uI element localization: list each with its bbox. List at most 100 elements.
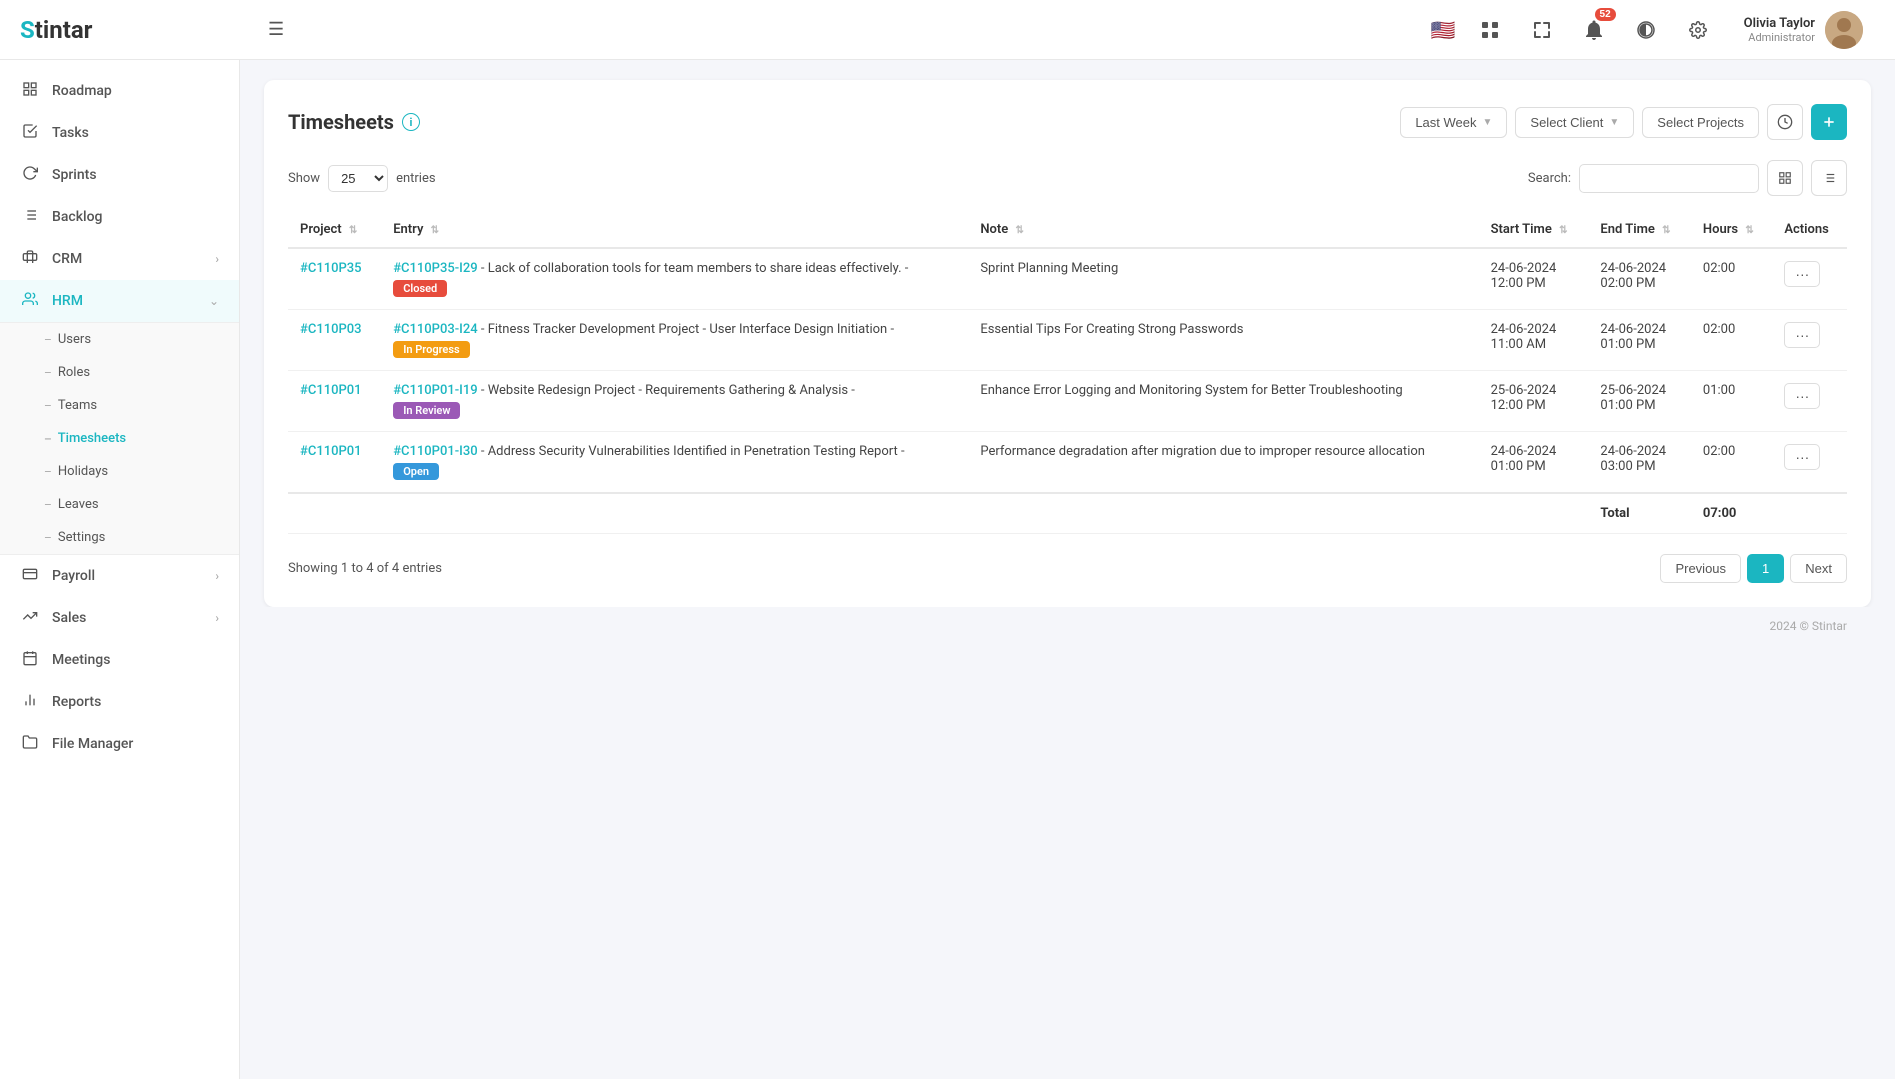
hamburger-button[interactable]: ☰ bbox=[260, 11, 292, 48]
sidebar-item-leaves[interactable]: Leaves bbox=[0, 488, 239, 521]
col-note[interactable]: Note ⇅ bbox=[968, 212, 1478, 248]
sidebar-item-roles[interactable]: Roles bbox=[0, 356, 239, 389]
top-header: Stintar ☰ 🇺🇸 52 bbox=[0, 0, 1895, 60]
previous-button[interactable]: Previous bbox=[1660, 554, 1741, 583]
list-icon bbox=[1822, 171, 1836, 185]
project-link-2[interactable]: #C110P01 bbox=[300, 383, 362, 398]
dark-mode-button[interactable] bbox=[1628, 12, 1664, 48]
col-end-time[interactable]: End Time ⇅ bbox=[1588, 212, 1690, 248]
meetings-icon bbox=[20, 650, 40, 670]
project-link-1[interactable]: #C110P03 bbox=[300, 322, 362, 337]
status-badge-0: Closed bbox=[393, 280, 447, 297]
page-title: Timesheets i bbox=[288, 110, 420, 134]
col-entry[interactable]: Entry ⇅ bbox=[381, 212, 968, 248]
col-start-time[interactable]: Start Time ⇅ bbox=[1479, 212, 1589, 248]
period-filter-button[interactable]: Last Week ▼ bbox=[1400, 107, 1507, 138]
total-label-cell bbox=[288, 493, 1588, 534]
sidebar-item-roadmap[interactable]: Roadmap bbox=[0, 70, 239, 112]
card-header: Timesheets i Last Week ▼ Select Client ▼… bbox=[288, 104, 1847, 140]
sidebar-item-crm[interactable]: CRM › bbox=[0, 238, 239, 280]
next-button[interactable]: Next bbox=[1790, 554, 1847, 583]
expand-icon bbox=[1533, 21, 1551, 39]
payroll-icon bbox=[20, 566, 40, 586]
sidebar-item-backlog[interactable]: Backlog bbox=[0, 196, 239, 238]
entry-link-2[interactable]: #C110P01-I19 bbox=[393, 383, 477, 398]
clock-icon-button[interactable] bbox=[1767, 104, 1803, 140]
plus-icon bbox=[1821, 114, 1837, 130]
entry-link-1[interactable]: #C110P03-I24 bbox=[393, 322, 477, 337]
cell-actions-3: ··· bbox=[1772, 432, 1847, 494]
apps-icon-button[interactable] bbox=[1472, 12, 1508, 48]
search-input[interactable] bbox=[1579, 164, 1759, 193]
cell-project-1: #C110P03 bbox=[288, 310, 381, 371]
cell-hours-3: 02:00 bbox=[1691, 432, 1772, 494]
sidebar-item-reports[interactable]: Reports bbox=[0, 681, 239, 723]
project-link-0[interactable]: #C110P35 bbox=[300, 261, 362, 276]
sidebar-item-sprints[interactable]: Sprints bbox=[0, 154, 239, 196]
sidebar-item-meetings[interactable]: Meetings bbox=[0, 639, 239, 681]
main-content: Timesheets i Last Week ▼ Select Client ▼… bbox=[240, 60, 1895, 1079]
project-sort-icon: ⇅ bbox=[349, 225, 357, 236]
page-1-button[interactable]: 1 bbox=[1747, 554, 1784, 583]
actions-menu-button-3[interactable]: ··· bbox=[1784, 444, 1820, 470]
sidebar: Roadmap Tasks Sprints Backlog bbox=[0, 60, 240, 1079]
period-arrow-icon: ▼ bbox=[1483, 117, 1493, 128]
sidebar-nav: Roadmap Tasks Sprints Backlog bbox=[0, 60, 239, 775]
actions-menu-button-0[interactable]: ··· bbox=[1784, 261, 1820, 287]
search-area: Search: bbox=[1528, 160, 1847, 196]
cell-actions-1: ··· bbox=[1772, 310, 1847, 371]
table-footer: Showing 1 to 4 of 4 entries Previous 1 N… bbox=[288, 554, 1847, 583]
cell-hours-1: 02:00 bbox=[1691, 310, 1772, 371]
file-manager-icon bbox=[20, 734, 40, 754]
cell-note-3: Performance degradation after migration … bbox=[968, 432, 1478, 494]
actions-menu-button-2[interactable]: ··· bbox=[1784, 383, 1820, 409]
projects-filter-button[interactable]: Select Projects bbox=[1642, 107, 1759, 138]
bell-icon bbox=[1585, 20, 1603, 40]
settings-button[interactable] bbox=[1680, 12, 1716, 48]
user-profile[interactable]: Olivia Taylor Administrator bbox=[1732, 5, 1875, 55]
entries-select[interactable]: 25 10 50 100 bbox=[328, 165, 388, 192]
col-project[interactable]: Project ⇅ bbox=[288, 212, 381, 248]
sidebar-item-file-manager[interactable]: File Manager bbox=[0, 723, 239, 765]
flag-icon[interactable]: 🇺🇸 bbox=[1431, 18, 1456, 42]
sales-arrow-icon: › bbox=[215, 611, 219, 625]
client-filter-button[interactable]: Select Client ▼ bbox=[1515, 107, 1634, 138]
col-actions: Actions bbox=[1772, 212, 1847, 248]
actions-menu-button-1[interactable]: ··· bbox=[1784, 322, 1820, 348]
expand-icon-button[interactable] bbox=[1524, 12, 1560, 48]
sidebar-item-tasks[interactable]: Tasks bbox=[0, 112, 239, 154]
cell-start-2: 25-06-202412:00 PM bbox=[1479, 371, 1589, 432]
sidebar-item-holidays[interactable]: Holidays bbox=[0, 455, 239, 488]
layout: Roadmap Tasks Sprints Backlog bbox=[0, 60, 1895, 1079]
sidebar-item-hrm[interactable]: HRM ⌄ bbox=[0, 280, 239, 322]
add-timesheet-button[interactable] bbox=[1811, 104, 1847, 140]
sidebar-item-timesheets[interactable]: Timesheets bbox=[0, 422, 239, 455]
cell-start-3: 24-06-202401:00 PM bbox=[1479, 432, 1589, 494]
sidebar-item-payroll[interactable]: Payroll › bbox=[0, 555, 239, 597]
user-name: Olivia Taylor bbox=[1744, 16, 1815, 31]
sidebar-item-users[interactable]: Users bbox=[0, 323, 239, 356]
cell-actions-0: ··· bbox=[1772, 248, 1847, 310]
table-row: #C110P01 #C110P01-I19 - Website Redesign… bbox=[288, 371, 1847, 432]
showing-text: Showing 1 to 4 of 4 entries bbox=[288, 561, 442, 576]
grid-view-button[interactable] bbox=[1767, 160, 1803, 196]
info-icon[interactable]: i bbox=[402, 113, 420, 131]
col-hours[interactable]: Hours ⇅ bbox=[1691, 212, 1772, 248]
hrm-icon bbox=[20, 291, 40, 311]
project-link-3[interactable]: #C110P01 bbox=[300, 444, 362, 459]
sidebar-item-settings[interactable]: Settings bbox=[0, 521, 239, 554]
sidebar-item-sales[interactable]: Sales › bbox=[0, 597, 239, 639]
entry-link-3[interactable]: #C110P01-I30 bbox=[393, 444, 477, 459]
cell-start-0: 24-06-202412:00 PM bbox=[1479, 248, 1589, 310]
pagination: Previous 1 Next bbox=[1660, 554, 1847, 583]
cell-entry-2: #C110P01-I19 - Website Redesign Project … bbox=[381, 371, 968, 432]
crm-icon bbox=[20, 249, 40, 269]
list-view-button[interactable] bbox=[1811, 160, 1847, 196]
total-row: Total 07:00 bbox=[288, 493, 1847, 534]
notification-badge: 52 bbox=[1595, 8, 1616, 21]
cell-entry-3: #C110P01-I30 - Address Security Vulnerab… bbox=[381, 432, 968, 494]
entry-link-0[interactable]: #C110P35-I29 bbox=[393, 261, 477, 276]
sidebar-item-teams[interactable]: Teams bbox=[0, 389, 239, 422]
apps-icon bbox=[1481, 21, 1499, 39]
notification-bell-button[interactable]: 52 bbox=[1576, 12, 1612, 48]
